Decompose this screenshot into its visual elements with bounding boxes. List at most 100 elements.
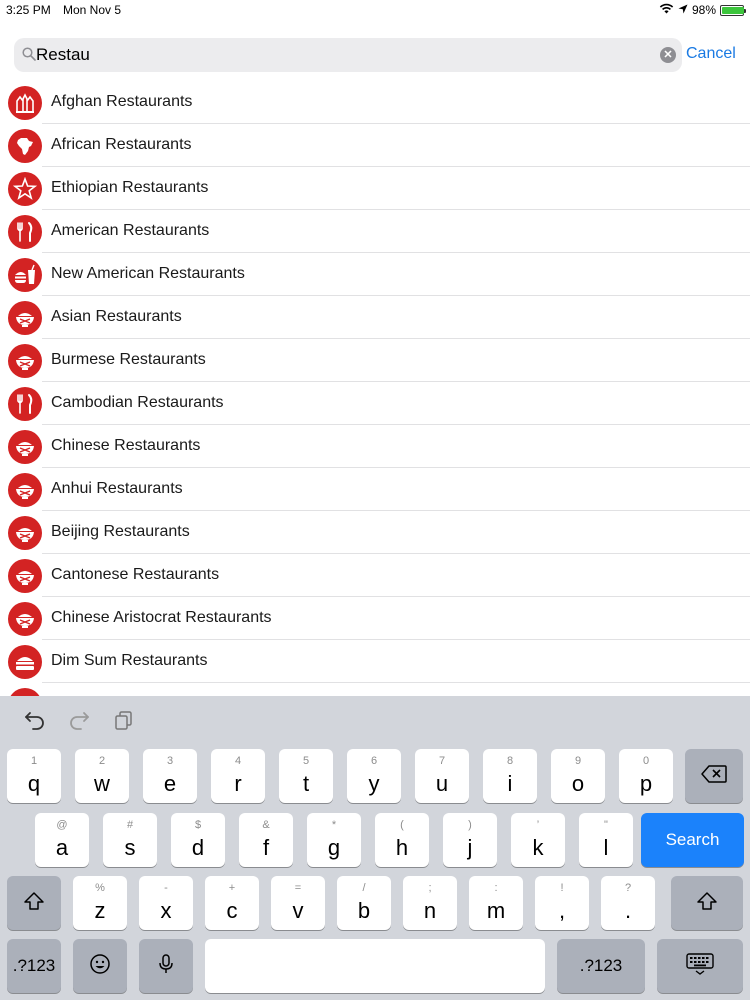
key-alt-char: @: [56, 819, 68, 831]
result-row[interactable]: American Restaurants: [0, 210, 750, 253]
key-h[interactable]: (h: [375, 813, 429, 867]
result-row[interactable]: Ethiopian Restaurants: [0, 167, 750, 210]
key-i[interactable]: 8i: [483, 749, 537, 803]
key-c[interactable]: + c: [205, 876, 259, 930]
key-alt-char: &: [262, 819, 270, 831]
result-row[interactable]: Anhui Restaurants: [0, 468, 750, 511]
key-k[interactable]: ’ k: [511, 813, 565, 867]
key-char: t: [302, 771, 310, 796]
space-key[interactable]: [205, 939, 545, 993]
shift-icon: [23, 891, 45, 916]
key-char: z: [94, 898, 106, 923]
result-label: Chinese Restaurants: [51, 437, 201, 454]
cancel-button[interactable]: Cancel: [686, 45, 736, 63]
result-row[interactable]: Chinese Restaurants: [0, 425, 750, 468]
key-d[interactable]: $ d: [171, 813, 225, 867]
key-p[interactable]: 0p: [619, 749, 673, 803]
key-alt-char: 5: [302, 755, 310, 767]
result-row[interactable]: Dim Sum Restaurants: [0, 640, 750, 683]
key-q[interactable]: 1q: [7, 749, 61, 803]
key-w[interactable]: 2w: [75, 749, 129, 803]
result-row[interactable]: Asian Restaurants: [0, 296, 750, 339]
result-row[interactable]: Burmese Restaurants: [0, 339, 750, 382]
key-char: v: [292, 898, 304, 923]
key-l[interactable]: " l: [579, 813, 633, 867]
result-row[interactable]: Cambodian Restaurants: [0, 382, 750, 425]
key-m[interactable]: :m: [469, 876, 523, 930]
result-row[interactable]: Cantonese Restaurants: [0, 554, 750, 597]
shift-key-left[interactable]: [7, 876, 61, 930]
undo-icon[interactable]: [24, 710, 46, 735]
key-char: o: [571, 771, 585, 796]
result-label: Cambodian Restaurants: [51, 394, 224, 411]
numbers-key-right[interactable]: .?123: [557, 939, 645, 993]
key-f[interactable]: & f: [239, 813, 293, 867]
dictation-key[interactable]: [139, 939, 193, 993]
key-char: d: [191, 835, 205, 860]
wifi-icon: [659, 3, 674, 17]
key-char: n: [423, 898, 437, 923]
fork-knife-icon: [8, 215, 42, 249]
backspace-icon: [700, 764, 728, 789]
redo-icon[interactable]: [68, 710, 90, 735]
key-e[interactable]: 3e: [143, 749, 197, 803]
key-u[interactable]: 7u: [415, 749, 469, 803]
key-n[interactable]: ; n: [403, 876, 457, 930]
result-label: Beijing Restaurants: [51, 523, 190, 540]
result-label: Anhui Restaurants: [51, 480, 183, 497]
result-row[interactable]: New American Restaurants: [0, 253, 750, 296]
key-alt-char: 6: [370, 755, 378, 767]
result-row[interactable]: African Restaurants: [0, 124, 750, 167]
rice-bowl-icon: [8, 602, 42, 636]
key-g[interactable]: * g: [307, 813, 361, 867]
clear-search-icon[interactable]: ✕: [660, 47, 676, 63]
building-icon: [8, 86, 42, 120]
result-row[interactable]: Chinese Aristocrat Restaurants: [0, 597, 750, 640]
search-icon: [22, 47, 36, 66]
result-row[interactable]: [0, 683, 750, 696]
key-x[interactable]: -x: [139, 876, 193, 930]
key-z[interactable]: % z: [73, 876, 127, 930]
key-char: w: [94, 771, 110, 796]
key-a[interactable]: @ a: [35, 813, 89, 867]
key-period[interactable]: ?.: [601, 876, 655, 930]
result-row[interactable]: Afghan Restaurants: [0, 81, 750, 124]
key-b[interactable]: / b: [337, 876, 391, 930]
key-j[interactable]: ) j: [443, 813, 497, 867]
key-t[interactable]: 5t: [279, 749, 333, 803]
key-alt-char: !: [560, 882, 564, 894]
status-time: 3:25 PM: [6, 3, 51, 17]
key-char: ,: [558, 898, 566, 923]
key-y[interactable]: 6y: [347, 749, 401, 803]
key-r[interactable]: 4r: [211, 749, 265, 803]
key-alt-char: 4: [234, 755, 242, 767]
key-char: h: [395, 835, 409, 860]
fork-knife-icon: [8, 387, 42, 421]
result-row[interactable]: Beijing Restaurants: [0, 511, 750, 554]
backspace-key[interactable]: [685, 749, 743, 803]
status-bar: 3:25 PM Mon Nov 5 98%: [0, 0, 750, 22]
search-bar[interactable]: ✕: [14, 38, 682, 72]
location-arrow-icon: [678, 3, 688, 17]
paste-icon[interactable]: [114, 710, 134, 735]
battery-percent: 98%: [691, 3, 716, 17]
emoji-key[interactable]: [73, 939, 127, 993]
key-alt-char: /: [362, 882, 366, 894]
dismiss-keyboard-key[interactable]: [657, 939, 743, 993]
numbers-key-left[interactable]: .?123: [7, 939, 61, 993]
key-v[interactable]: = v: [271, 876, 325, 930]
search-results-list: Afghan Restaurants African Restaurants Eth…: [0, 81, 750, 696]
search-key[interactable]: Search: [641, 813, 744, 867]
key-alt-char: ): [468, 819, 472, 831]
result-label: Dim Sum Restaurants: [51, 652, 208, 669]
key-alt-char: ": [604, 819, 608, 831]
search-input[interactable]: [36, 38, 656, 72]
key-o[interactable]: 9o: [551, 749, 605, 803]
numbers-key-label: .?123: [12, 956, 56, 975]
status-date: Mon Nov 5: [63, 3, 122, 17]
key-comma[interactable]: !,: [535, 876, 589, 930]
result-label: New American Restaurants: [51, 265, 245, 282]
key-s[interactable]: # s: [103, 813, 157, 867]
key-char: u: [435, 771, 449, 796]
shift-key-right[interactable]: [671, 876, 743, 930]
